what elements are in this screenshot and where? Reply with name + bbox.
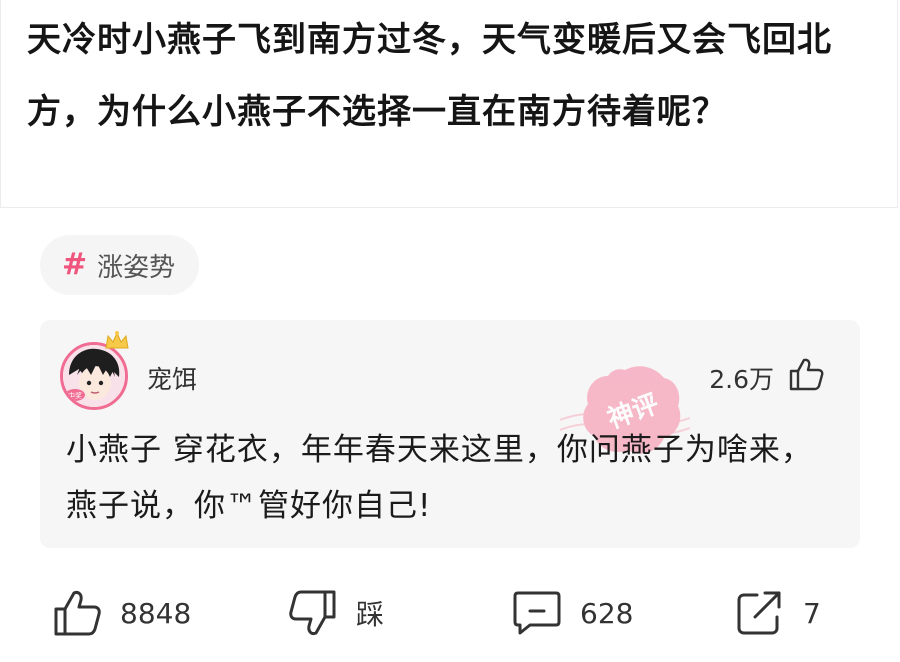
dislike-label: 踩 <box>356 598 385 631</box>
comment-button[interactable]: 628 <box>512 585 633 641</box>
like-button[interactable]: 8848 <box>52 585 191 641</box>
crown-icon <box>105 331 129 349</box>
share-count: 7 <box>803 596 821 630</box>
comment-text: 小燕子 穿花衣，年年春天来这里，你问燕子为啥来，燕子说，你™管好你自己! <box>66 432 813 524</box>
comment-count: 628 <box>580 596 634 630</box>
topic-label: 涨姿势 <box>97 252 176 283</box>
topic-tag[interactable]: # 涨姿势 <box>40 235 200 295</box>
like-count: 8848 <box>120 596 192 630</box>
share-button[interactable]: 7 <box>735 585 821 641</box>
action-bar: 8848 踩 628 7 <box>0 585 900 641</box>
god-comment-card[interactable]: 神评 中奖 宠饵 2.6万 小燕子 穿花衣，年年春天来这里，你问燕子为啥来，燕子… <box>40 320 860 548</box>
post-title: 天冷时小燕子飞到南方过冬，天气变暖后又会飞回北方，为什么小燕子不选择一直在南方待… <box>27 20 832 132</box>
avatar[interactable]: 中奖 <box>60 342 128 410</box>
thumbs-up-icon <box>52 589 102 637</box>
post-title-card: 天冷时小燕子飞到南方过冬，天气变暖后又会飞回北方，为什么小燕子不选择一直在南方待… <box>0 0 898 208</box>
comment-username[interactable]: 宠饵 <box>147 360 197 396</box>
share-icon <box>735 589 785 637</box>
comment-icon <box>512 589 562 637</box>
dislike-button[interactable]: 踩 <box>288 585 384 641</box>
hash-icon: # <box>62 247 88 282</box>
avatar-badge-text: 中奖 <box>68 391 82 400</box>
thumbs-up-icon[interactable] <box>788 357 824 391</box>
avatar-face-icon: 中奖 <box>63 345 125 407</box>
thumbs-down-icon <box>288 589 338 637</box>
comment-like-count: 2.6万 <box>709 365 774 394</box>
